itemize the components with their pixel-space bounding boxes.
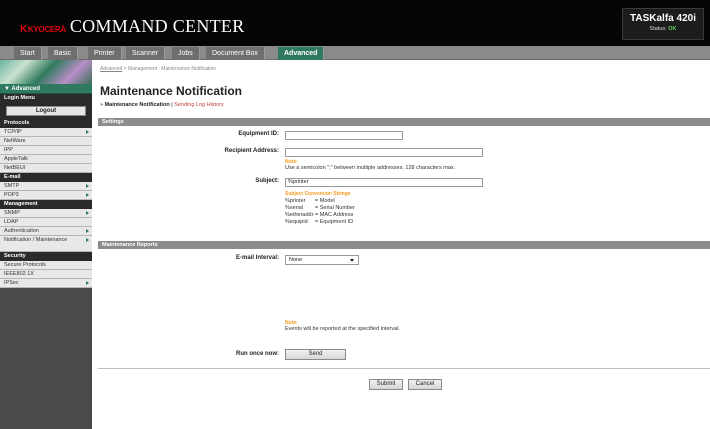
sidebar: ▼ Advanced Login Menu Logout Protocols T… [0, 60, 92, 429]
run-once-now-label: Run once now: [236, 351, 279, 357]
sidebar-item-secure-protocols[interactable]: Secure Protocols [0, 261, 92, 270]
divider [98, 368, 710, 369]
sidebar-section-protocols: Protocols [0, 119, 92, 128]
device-name: TASKalfa 420i [630, 13, 696, 24]
maintenance-reports-section-header: Maintenance Reports [98, 241, 710, 249]
conversion-row: %equipid = Equipment ID [285, 219, 354, 225]
sidebar-item-tcpip[interactable]: TCP/IP [0, 128, 92, 137]
sidebar-item-pop3[interactable]: POP3 [0, 191, 92, 200]
sidebar-item-smtp[interactable]: SMTP [0, 182, 92, 191]
sidebar-item-authentication[interactable]: Authentication [0, 227, 92, 236]
tab-document-box[interactable]: Document Box [206, 47, 265, 60]
sending-log-history-link[interactable]: Sending Log History [174, 102, 224, 108]
settings-section-header: Settings [98, 118, 710, 126]
logout-area: Logout [0, 103, 92, 119]
sidebar-advanced-header[interactable]: ▼ Advanced [0, 84, 92, 94]
arrow-right-icon [86, 130, 89, 134]
tab-jobs[interactable]: Jobs [172, 47, 200, 60]
logout-button[interactable]: Logout [6, 106, 86, 116]
conversion-row: %etheraddr = MAC Address [285, 212, 354, 218]
subnav-current: Maintenance Notification [104, 102, 170, 108]
kyocera-logo: KKYOCERA [20, 24, 66, 35]
arrow-right-icon [86, 184, 89, 188]
login-menu-header: Login Menu [0, 94, 92, 103]
sidebar-item-snmp[interactable]: SNMP [0, 209, 92, 218]
arrow-right-icon [86, 238, 89, 242]
tab-printer[interactable]: Printer [88, 47, 122, 60]
subject-conversion-title: Subject Conversion Strings [285, 191, 351, 197]
equipment-id-label: Equipment ID: [238, 131, 279, 137]
double-chevron-icon: » [100, 102, 104, 108]
arrow-right-icon [86, 281, 89, 285]
device-status: Status: OK [649, 26, 677, 32]
submit-button[interactable]: Submit [369, 379, 403, 390]
arrow-right-icon [86, 211, 89, 215]
sidebar-item-netbeui[interactable]: NetBEUI [0, 164, 92, 173]
arrow-right-icon [86, 229, 89, 233]
interval-note-text: Events will be reported at the specified… [285, 326, 400, 332]
conversion-row: %printer = Model [285, 198, 335, 204]
brand: KKYOCERA COMMAND CENTER [20, 16, 245, 37]
tab-scanner[interactable]: Scanner [126, 47, 166, 60]
device-status-box: TASKalfa 420i Status: OK [622, 8, 704, 40]
tab-advanced[interactable]: Advanced [278, 47, 325, 60]
sidebar-section-management: Management [0, 200, 92, 209]
tab-start[interactable]: Start [14, 47, 42, 60]
app-header: KKYOCERA COMMAND CENTER TASKalfa 420i St… [0, 0, 710, 46]
recipient-address-input[interactable] [285, 148, 483, 157]
equipment-id-input[interactable] [285, 131, 403, 140]
arrow-right-icon [86, 193, 89, 197]
cancel-button[interactable]: Cancel [408, 379, 442, 390]
sidebar-item-ipp[interactable]: IPP [0, 146, 92, 155]
sidebar-item-ipsec[interactable]: IPSec [0, 279, 92, 288]
recipient-note-text: Use a semicolon ";" between multiple add… [285, 165, 456, 171]
conversion-row: %serial = Serial Number [285, 205, 355, 211]
send-button[interactable]: Send [285, 349, 346, 360]
breadcrumb-advanced-link[interactable]: Advanced [100, 66, 122, 72]
breadcrumb: Advanced > Management : Maintenance Noti… [100, 66, 217, 72]
sidebar-item-netware[interactable]: NetWare [0, 137, 92, 146]
sidebar-item-notification-maintenance[interactable]: Notification / Maintenance [0, 236, 92, 252]
email-interval-label: E-mail Interval: [235, 255, 279, 261]
recipient-address-label: Recipient Address: [224, 148, 279, 154]
status-ok-badge: OK [668, 26, 677, 32]
sidebar-banner-image [0, 60, 92, 84]
sidebar-section-email: E-mail [0, 173, 92, 182]
sidebar-item-appletalk[interactable]: AppleTalk [0, 155, 92, 164]
tab-basic[interactable]: Basic [48, 47, 79, 60]
app-title: COMMAND CENTER [69, 16, 245, 36]
tab-bar: Start Basic Printer Scanner Jobs Documen… [0, 46, 710, 60]
main-content: Advanced > Management : Maintenance Noti… [92, 60, 710, 429]
sidebar-item-ldap[interactable]: LDAP [0, 218, 92, 227]
sidebar-section-security: Security [0, 252, 92, 261]
subject-label: Subject: [255, 178, 279, 184]
subject-input[interactable]: %printer [285, 178, 483, 187]
dropdown-caret-icon [350, 259, 354, 262]
sub-navigation: » Maintenance Notification | Sending Log… [100, 102, 224, 108]
sidebar-item-ieee8021x[interactable]: IEEE802.1X [0, 270, 92, 279]
email-interval-select[interactable]: None [285, 255, 359, 265]
page-title: Maintenance Notification [100, 84, 243, 98]
